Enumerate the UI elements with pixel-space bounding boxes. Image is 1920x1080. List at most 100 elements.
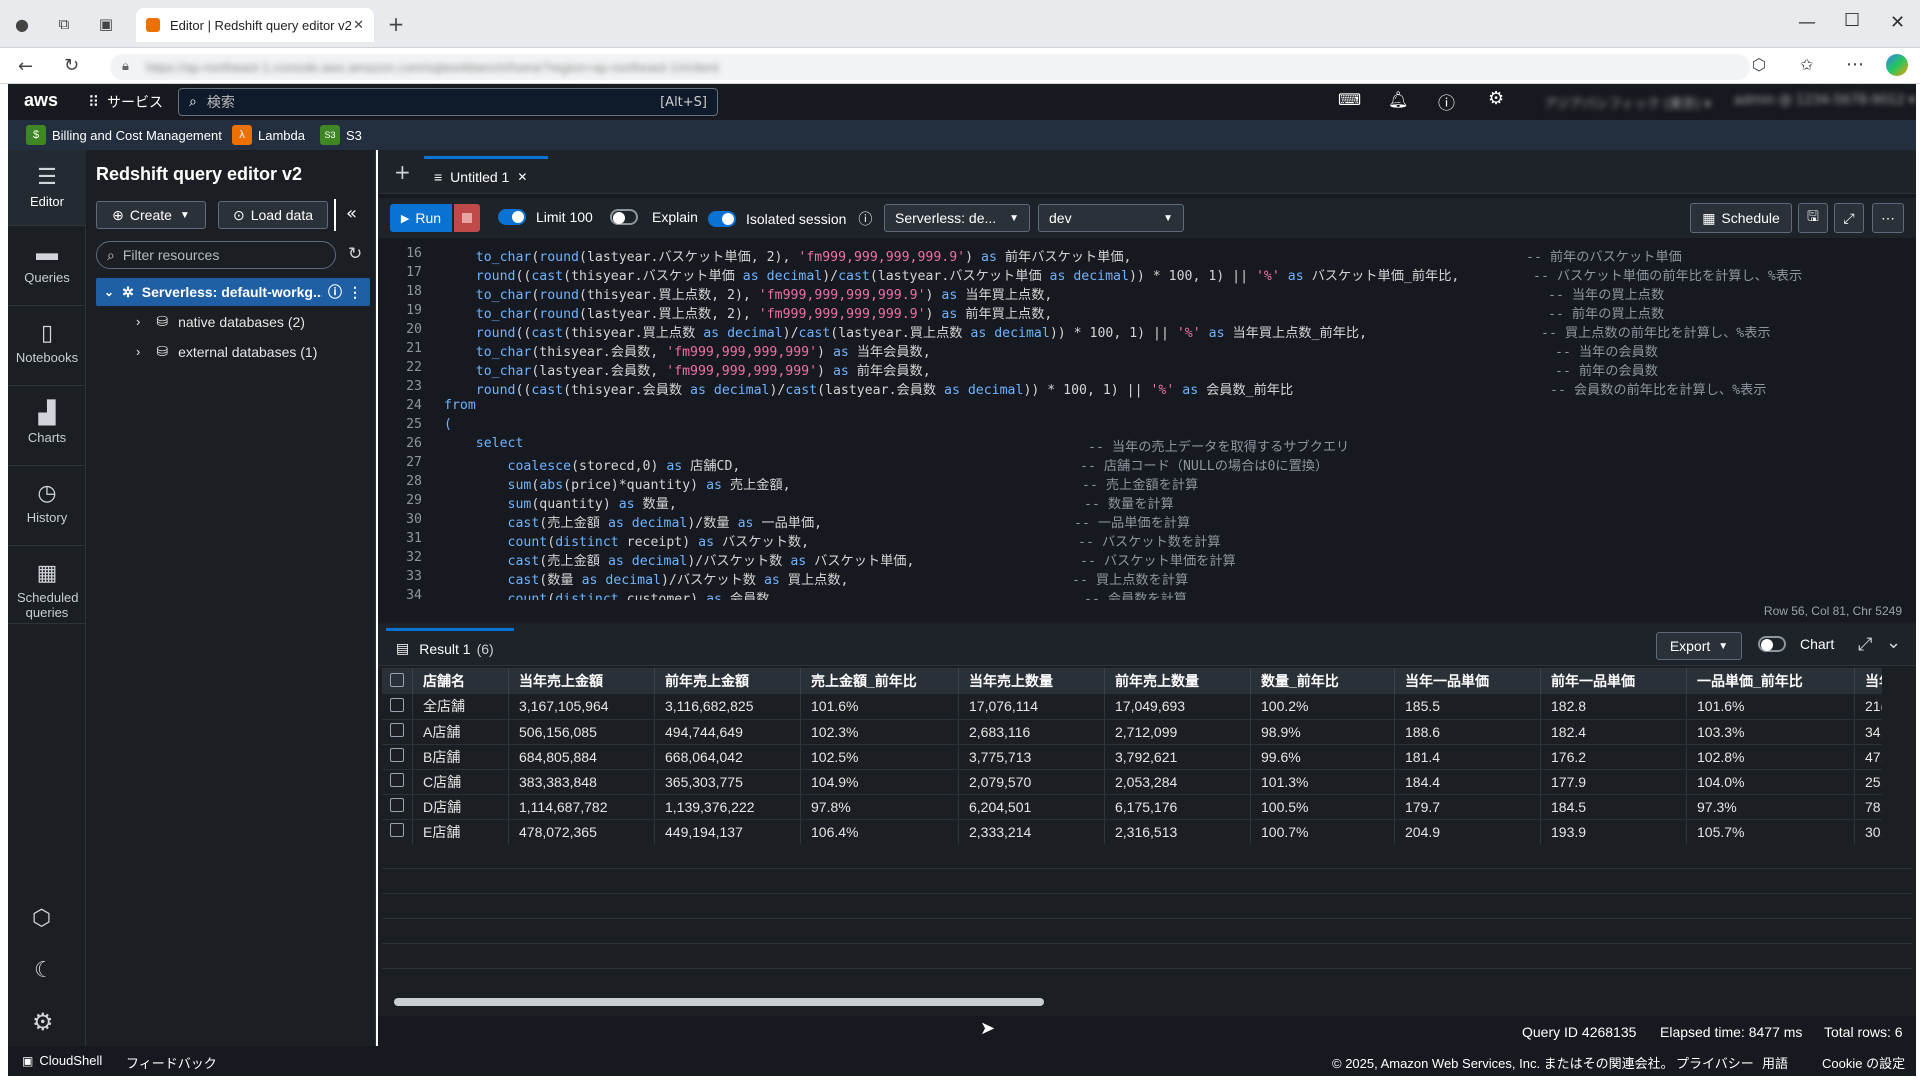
rail-notebooks[interactable]: ▯ Notebooks (8, 306, 86, 386)
stop-button[interactable] (454, 204, 480, 232)
column-header[interactable]: 店舗名 (412, 668, 509, 694)
refresh-icon[interactable]: ↻ (64, 55, 79, 76)
tab-actions-icon[interactable]: ▣ (94, 12, 118, 36)
settings-gear-icon[interactable]: ⚙ (1488, 88, 1504, 109)
select-all-checkbox[interactable] (382, 668, 413, 694)
database-select[interactable]: dev ▼ (1038, 204, 1184, 232)
add-tab-button[interactable]: + (394, 160, 411, 184)
favorite-s3[interactable]: S3 S3 (320, 120, 362, 150)
horizontal-scrollbar[interactable] (386, 996, 1912, 1008)
extensions-icon[interactable]: ⬡ (1752, 55, 1766, 74)
settings-gear-icon[interactable]: ⚙ (32, 1008, 54, 1036)
terms-link[interactable]: 用語 (1762, 1053, 1788, 1072)
sql-code-editor[interactable]: 16 to_char(round(lastyear.バスケット単価, 2), '… (378, 242, 1912, 600)
favorites-icon[interactable]: ✩ (1800, 55, 1813, 74)
column-header[interactable]: 当年売上金額 (508, 668, 655, 694)
region-selector[interactable]: アジアパシフィック (東京) ▾ (1544, 93, 1711, 112)
services-menu[interactable]: ⠿ サービス (88, 92, 163, 112)
feedback-link[interactable]: フィードバック (126, 1053, 217, 1072)
rail-charts[interactable]: ▟ Charts (8, 386, 86, 466)
tree-native-databases[interactable]: › ⛁ native databases (2) (136, 313, 305, 330)
tree-external-databases[interactable]: › ⛁ external databases (1) (136, 343, 317, 360)
column-header[interactable]: 前年売上数量 (1104, 668, 1251, 694)
plugin-icon[interactable]: ⬡ (32, 906, 51, 931)
rail-scheduled-queries[interactable]: ▦ Scheduled queries (8, 546, 86, 624)
new-tab-button[interactable]: + (384, 12, 408, 36)
row-checkbox[interactable] (382, 744, 413, 770)
workspaces-icon[interactable]: ⧉ (52, 12, 76, 36)
table-row[interactable]: B店舗 684,805,884 668,064,042 102.5% 3,775,713… (382, 744, 1882, 770)
favorite-billing[interactable]: $ Billing and Cost Management (26, 120, 222, 150)
load-data-button[interactable]: ⊙ Load data (218, 201, 328, 229)
row-checkbox[interactable] (382, 794, 413, 820)
collapse-panel-icon[interactable]: « (346, 203, 357, 224)
collapse-results-icon[interactable]: ⌄ (1886, 632, 1901, 653)
isolated-session-toggle[interactable]: Isolated session ⓘ (708, 209, 872, 229)
row-checkbox[interactable] (382, 719, 413, 745)
column-header[interactable]: 数量_前年比 (1250, 668, 1395, 694)
browser-tab-active[interactable]: Editor | Redshift query editor v2 ✕ (136, 8, 374, 42)
fullscreen-button[interactable]: ⤢ (1834, 203, 1864, 233)
rail-queries[interactable]: ▬ Queries (8, 226, 86, 306)
column-header[interactable]: 当年売上数量 (958, 668, 1105, 694)
url-field[interactable]: 🔒︎ https://ap-northeast-1.console.aws.am… (110, 54, 1750, 80)
column-header[interactable]: 当年 (1854, 668, 1882, 694)
close-tab-icon[interactable]: ✕ (517, 170, 527, 184)
row-checkbox[interactable] (382, 819, 413, 844)
aws-search-box[interactable]: ⌕ 検索 [Alt+S] (178, 88, 718, 116)
schedule-button[interactable]: ▦ Schedule (1690, 203, 1792, 233)
minimize-button[interactable]: — (1798, 12, 1816, 33)
export-button[interactable]: Export ▼ (1656, 632, 1742, 660)
table-row[interactable]: 全店舗 3,167,105,964 3,116,682,825 101.6% 17,07… (382, 694, 1882, 720)
maximize-button[interactable]: ☐ (1844, 10, 1860, 31)
editor-tab-untitled[interactable]: ≡ Untitled 1 ✕ (424, 156, 548, 194)
create-button[interactable]: ⊕ Create ▼ (96, 201, 206, 229)
cloudshell-icon[interactable]: ⌨ (1338, 90, 1361, 109)
close-tab-icon[interactable]: ✕ (353, 17, 364, 33)
rail-editor[interactable]: ☰ Editor (8, 150, 86, 226)
back-icon[interactable]: ← (18, 56, 33, 77)
close-window-button[interactable]: ✕ (1890, 12, 1905, 33)
profile-icon[interactable]: ● (10, 12, 34, 36)
more-actions-button[interactable]: ⋯ (1872, 203, 1904, 233)
column-header[interactable]: 当年一品単価 (1394, 668, 1541, 694)
column-header[interactable]: 売上金額_前年比 (800, 668, 959, 694)
copilot-icon[interactable] (1886, 54, 1908, 76)
more-menu-icon[interactable]: ⋯ (1846, 54, 1864, 75)
row-checkbox[interactable] (382, 769, 413, 795)
expand-results-icon[interactable]: ⤢ (1858, 634, 1872, 655)
result-tab[interactable]: ▤ Result 1 (6) (386, 628, 514, 666)
table-cell: 2,333,214 (958, 819, 1105, 844)
run-button[interactable]: ▶ Run (390, 204, 452, 232)
kebab-menu-icon[interactable]: ⋮ (348, 284, 362, 301)
tree-workgroup-node[interactable]: ⌄ ✲ Serverless: default-workg... ⓘ ⋮ (96, 278, 370, 306)
info-icon[interactable]: ⓘ (328, 282, 342, 302)
account-menu[interactable]: admin @ 1234-5678-9012 ▾ (1734, 93, 1915, 108)
dark-mode-moon-icon[interactable]: ☾ (34, 958, 54, 983)
column-header[interactable]: 前年売上金額 (654, 668, 801, 694)
table-row[interactable]: E店舗 478,072,365 449,194,137 106.4% 2,333,214… (382, 819, 1882, 844)
table-row[interactable]: D店舗 1,114,687,782 1,139,376,222 97.8% 6,204,… (382, 794, 1882, 820)
privacy-link[interactable]: プライバシー (1676, 1053, 1754, 1072)
help-icon[interactable]: ⓘ (1438, 89, 1455, 114)
aws-logo[interactable]: aws (24, 90, 58, 111)
column-header[interactable]: 前年一品単価 (1540, 668, 1687, 694)
table-row[interactable]: C店舗 383,383,848 365,303,775 104.9% 2,079,570… (382, 769, 1882, 795)
refresh-icon[interactable]: ↻ (348, 244, 362, 264)
rail-history[interactable]: ◷ History (8, 466, 86, 546)
notification-bell-icon[interactable]: 🔔︎ (1388, 90, 1408, 109)
table-row[interactable]: A店舗 506,156,085 494,744,649 102.3% 2,683,116… (382, 719, 1882, 745)
favorite-lambda[interactable]: λ Lambda (232, 120, 305, 150)
save-button[interactable]: 🖫︎ (1798, 203, 1828, 233)
row-checkbox[interactable] (382, 694, 413, 720)
column-header[interactable]: 一品単価_前年比 (1686, 668, 1855, 694)
explain-toggle[interactable]: Explain (610, 209, 698, 225)
scrollbar-thumb[interactable] (394, 998, 1044, 1006)
cookie-settings-link[interactable]: Cookie の設定 (1822, 1053, 1905, 1072)
cloudshell-link[interactable]: ▣ CloudShell (22, 1053, 102, 1068)
chart-toggle[interactable]: Chart (1758, 636, 1834, 652)
filter-resources-input[interactable]: ⌕ Filter resources (96, 241, 336, 269)
info-icon[interactable]: ⓘ (858, 209, 872, 229)
limit-toggle[interactable]: Limit 100 (498, 209, 593, 225)
workgroup-select[interactable]: Serverless: de... ▼ (884, 204, 1030, 232)
